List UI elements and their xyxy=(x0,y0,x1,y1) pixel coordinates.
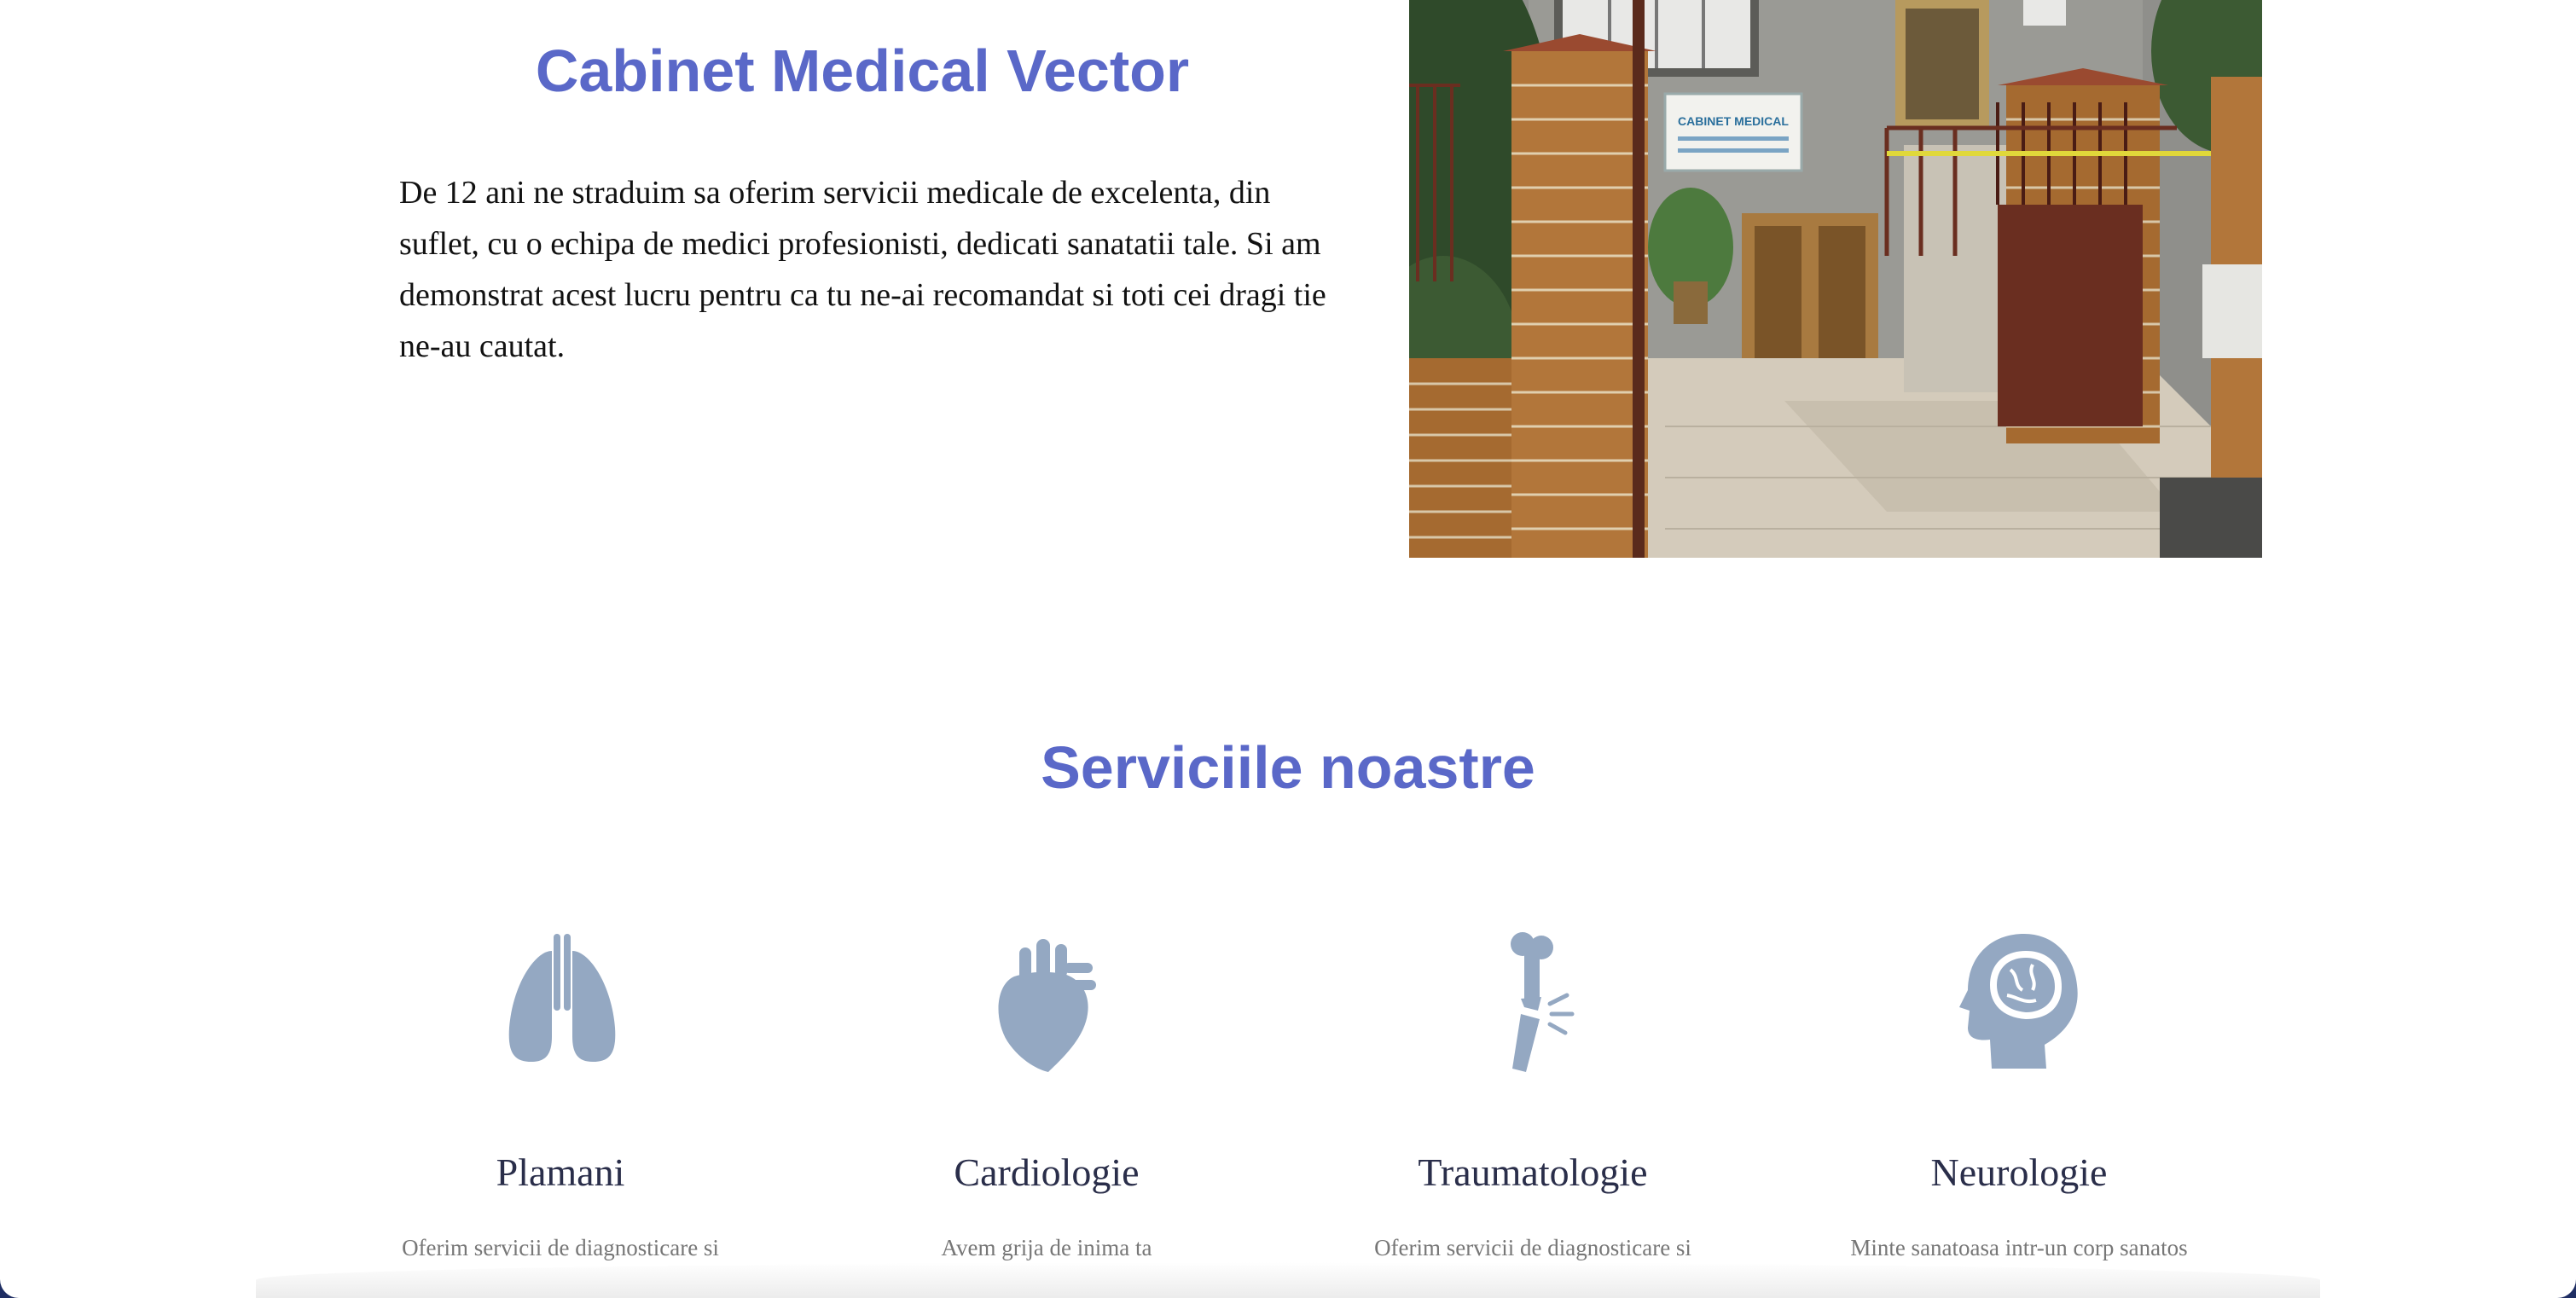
section-shadow xyxy=(256,1262,2320,1298)
page: Cabinet Medical Vector De 12 ani ne stra… xyxy=(0,0,2576,1298)
service-card-traumatologie: Traumatologie Oferim servicii de diagnos… xyxy=(1294,925,1772,1263)
service-description: Minte sanatoasa intr-un corp sanatos xyxy=(1850,1235,2188,1260)
service-card-cardiologie: Cardiologie Avem grija de inima ta xyxy=(808,925,1285,1263)
service-name: Cardiologie xyxy=(954,1150,1140,1194)
broken-bone-icon xyxy=(1511,932,1575,1072)
service-name: Plamani xyxy=(496,1150,625,1194)
service-card-neurologie: Neurologie Minte sanatoasa intr-un corp … xyxy=(1780,925,2258,1263)
photo-sign-text: CABINET MEDICAL xyxy=(1678,114,1789,128)
service-description: Oferim servicii de diagnosticare si xyxy=(1374,1235,1691,1260)
lungs-icon xyxy=(508,934,616,1062)
service-name: Traumatologie xyxy=(1418,1150,1648,1194)
services-title: Serviciile noastre xyxy=(1041,734,1535,801)
service-name: Neurologie xyxy=(1930,1150,2108,1194)
brain-head-icon xyxy=(1959,934,2078,1069)
service-description: Oferim servicii de diagnosticare si xyxy=(402,1235,719,1260)
about-title: Cabinet Medical Vector xyxy=(535,38,1190,104)
heart-icon xyxy=(998,939,1096,1072)
service-card-plamani: Plamani Oferim servicii de diagnosticare… xyxy=(322,925,799,1263)
service-description: Avem grija de inima ta xyxy=(941,1235,1152,1260)
about-description: De 12 ani ne straduim sa oferim servicii… xyxy=(399,175,1326,364)
clinic-entrance-photo: CABINET MEDICAL xyxy=(1409,0,2262,558)
